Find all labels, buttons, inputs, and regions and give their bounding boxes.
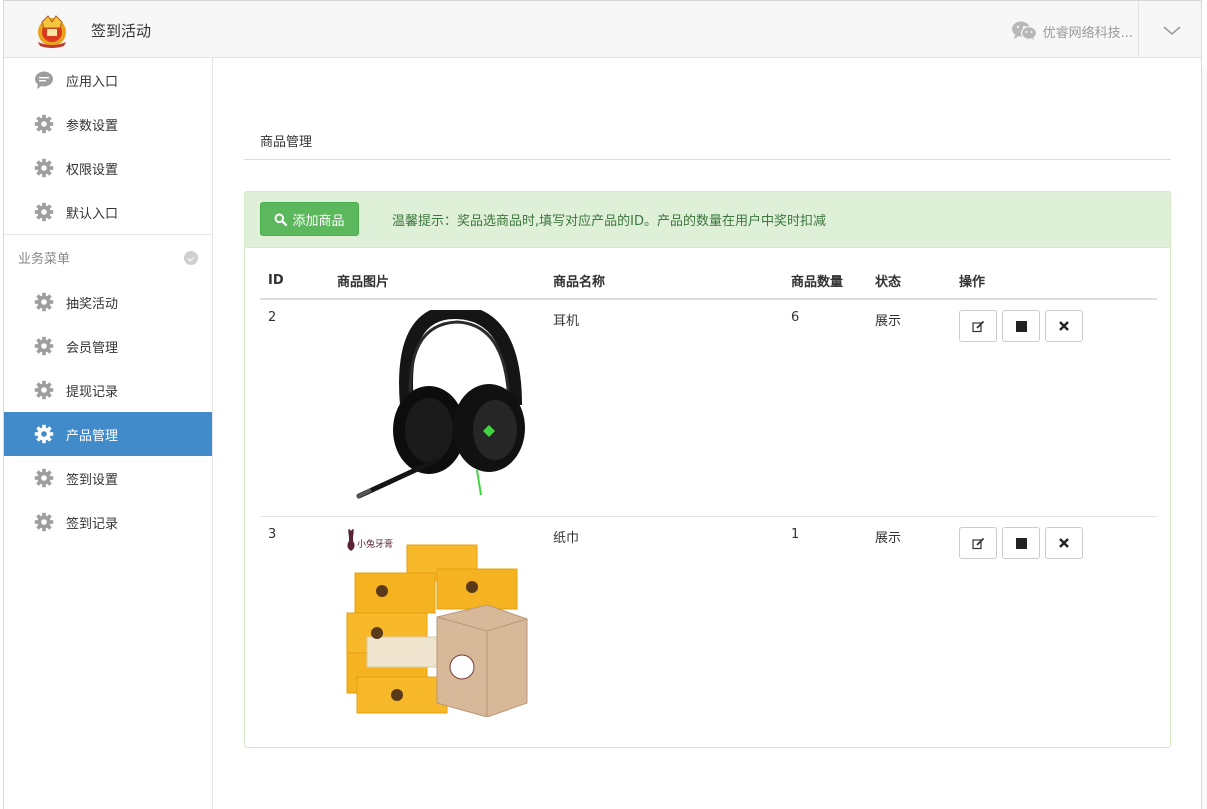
cell-qty: 6 bbox=[783, 299, 867, 517]
cell-qty: 1 bbox=[791, 527, 800, 542]
cell-id: 2 bbox=[260, 299, 329, 517]
col-qty: 商品数量 bbox=[783, 262, 867, 300]
close-icon bbox=[1059, 538, 1069, 548]
company-account[interactable]: 优睿网络科技... bbox=[1011, 21, 1133, 41]
edit-icon bbox=[971, 320, 984, 332]
col-id: ID bbox=[260, 262, 329, 300]
table-header-row: ID 商品图片 商品名称 商品数量 状态 操作 bbox=[260, 262, 1157, 300]
brand-label: 小兔牙膏 bbox=[357, 538, 393, 550]
stop-button[interactable] bbox=[1002, 310, 1040, 342]
search-icon bbox=[274, 213, 288, 226]
stop-icon bbox=[1015, 320, 1027, 332]
stop-button[interactable] bbox=[1002, 527, 1040, 559]
page-title: 商品管理 bbox=[260, 135, 313, 150]
sidebar-item-label: 产品管理 bbox=[66, 428, 119, 444]
chat-bubble-icon bbox=[34, 70, 54, 90]
delete-button[interactable] bbox=[1045, 527, 1083, 559]
top-header: 签到活动 优睿网络科技... bbox=[4, 1, 1201, 58]
cell-name: 纸巾 bbox=[553, 531, 580, 546]
sidebar-item-lottery[interactable]: 抽奖活动 bbox=[4, 280, 212, 324]
sidebar-item-default-entry[interactable]: 默认入口 bbox=[4, 190, 212, 234]
headset-image bbox=[356, 305, 525, 499]
company-name: 优睿网络科技... bbox=[1042, 25, 1133, 41]
sidebar-item-withdrawals[interactable]: 提现记录 bbox=[4, 368, 212, 412]
gear-icon bbox=[34, 292, 54, 312]
col-status: 状态 bbox=[867, 262, 951, 300]
sidebar-item-label: 提现记录 bbox=[66, 384, 119, 400]
cell-image: 小兔牙膏 bbox=[329, 517, 545, 736]
gear-icon bbox=[34, 158, 54, 178]
col-name: 商品名称 bbox=[545, 262, 783, 300]
close-icon bbox=[1059, 321, 1069, 331]
sidebar-item-permissions[interactable]: 权限设置 bbox=[4, 146, 212, 190]
sidebar-item-checkin-settings[interactable]: 签到设置 bbox=[4, 456, 212, 500]
add-button-label: 添加商品 bbox=[292, 213, 345, 229]
products-table: ID 商品图片 商品名称 商品数量 状态 操作 2 耳机 6 展示 3 小兔牙膏… bbox=[260, 262, 1157, 735]
stop-icon bbox=[1015, 537, 1027, 549]
gear-icon bbox=[34, 512, 54, 532]
gear-icon bbox=[34, 202, 54, 222]
cell-actions bbox=[951, 299, 1157, 517]
edit-button[interactable] bbox=[959, 527, 997, 559]
gear-icon bbox=[34, 468, 54, 488]
sidebar-item-label: 签到设置 bbox=[66, 472, 119, 488]
sidebar-item-params[interactable]: 参数设置 bbox=[4, 102, 212, 146]
sidebar-item-label: 签到记录 bbox=[66, 516, 119, 532]
sidebar-section-business[interactable]: 业务菜单 bbox=[4, 234, 212, 280]
add-product-button[interactable]: 添加商品 bbox=[260, 202, 359, 236]
products-panel: 添加商品 温馨提示：奖品选商品时,填写对应产品的ID。产品的数量在用户中奖时扣减… bbox=[244, 191, 1171, 748]
gear-icon bbox=[34, 424, 54, 444]
chevron-down-icon[interactable] bbox=[1161, 21, 1183, 39]
panel-header: 添加商品 温馨提示：奖品选商品时,填写对应产品的ID。产品的数量在用户中奖时扣减 bbox=[245, 192, 1170, 248]
sidebar-item-checkin-records[interactable]: 签到记录 bbox=[4, 500, 212, 544]
cell-name: 耳机 bbox=[545, 299, 783, 517]
app-title: 签到活动 bbox=[91, 22, 152, 40]
section-title: 业务菜单 bbox=[18, 252, 71, 267]
sidebar: 应用入口 参数设置 权限设置 默认入口 业务菜单 抽奖活动 会员管理 提现记录 … bbox=[4, 58, 213, 809]
app-logo-icon bbox=[38, 15, 66, 48]
col-image: 商品图片 bbox=[329, 262, 545, 300]
sidebar-item-app-entry[interactable]: 应用入口 bbox=[4, 58, 212, 102]
wechat-icon bbox=[1011, 21, 1037, 41]
tip-text: 温馨提示：奖品选商品时,填写对应产品的ID。产品的数量在用户中奖时扣减 bbox=[392, 214, 826, 229]
header-divider bbox=[1138, 1, 1139, 58]
col-actions: 操作 bbox=[951, 262, 1157, 300]
scrollbar[interactable] bbox=[1202, 68, 1207, 809]
collapse-icon[interactable] bbox=[184, 251, 198, 265]
edit-button[interactable] bbox=[959, 310, 997, 342]
sidebar-item-members[interactable]: 会员管理 bbox=[4, 324, 212, 368]
table-row: 2 耳机 6 展示 bbox=[260, 299, 1157, 517]
edit-icon bbox=[971, 537, 984, 549]
cell-actions bbox=[951, 517, 1157, 736]
sidebar-item-label: 应用入口 bbox=[66, 74, 119, 90]
cell-status: 展示 bbox=[867, 299, 951, 517]
gear-icon bbox=[34, 336, 54, 356]
gear-icon bbox=[34, 114, 54, 134]
cell-id: 3 bbox=[268, 527, 277, 542]
gear-icon bbox=[34, 380, 54, 400]
sidebar-item-label: 抽奖活动 bbox=[66, 296, 119, 312]
cell-image bbox=[329, 299, 545, 517]
sidebar-item-products[interactable]: 产品管理 bbox=[4, 412, 212, 456]
sidebar-item-label: 参数设置 bbox=[66, 118, 119, 134]
sidebar-item-label: 权限设置 bbox=[66, 162, 119, 178]
tissue-image: 小兔牙膏 bbox=[346, 529, 528, 718]
table-row: 3 小兔牙膏 纸巾 1 展示 bbox=[260, 517, 1157, 736]
delete-button[interactable] bbox=[1045, 310, 1083, 342]
sidebar-item-label: 默认入口 bbox=[66, 206, 119, 222]
page-heading: 商品管理 bbox=[244, 124, 1171, 160]
cell-status: 展示 bbox=[875, 531, 902, 546]
sidebar-item-label: 会员管理 bbox=[66, 340, 119, 356]
